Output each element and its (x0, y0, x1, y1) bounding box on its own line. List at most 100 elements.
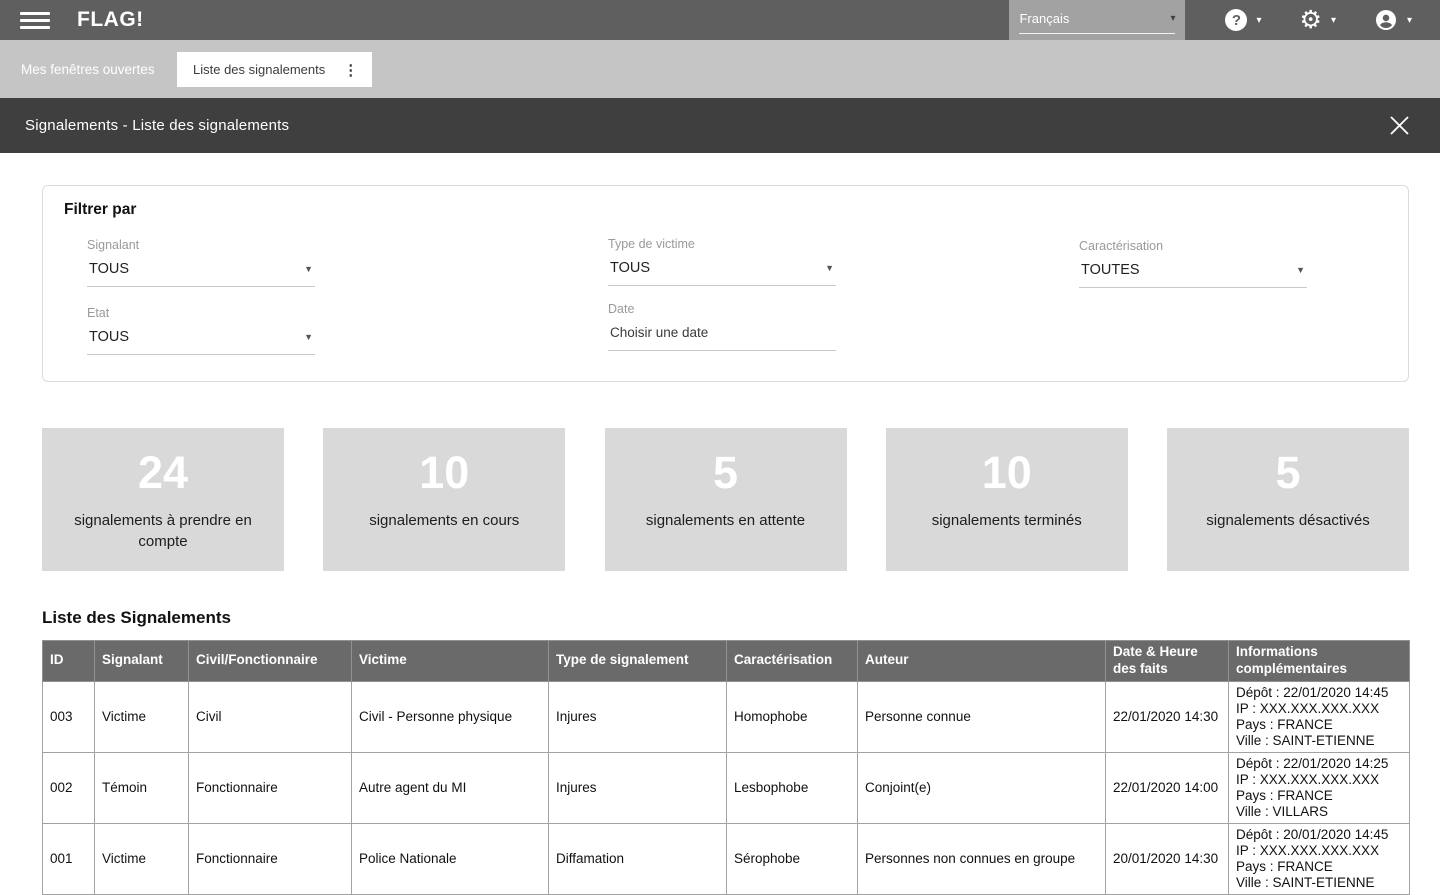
info-ip: IP : XXX.XXX.XXX.XXX (1236, 701, 1402, 717)
cell-auteur: Personne connue (858, 681, 1106, 752)
signalant-select[interactable]: TOUS ▼ (87, 259, 315, 287)
col-header-signalant: Signalant (95, 641, 189, 682)
type-victime-value: TOUS (610, 260, 650, 276)
cell-signalant: Victime (95, 681, 189, 752)
window-title: Signalements - Liste des signalements (25, 117, 289, 134)
stat-card-en-cours: 10 signalements en cours (323, 428, 565, 571)
kebab-menu-icon[interactable]: ⋮ (339, 61, 362, 79)
cell-signalant: Victime (95, 823, 189, 894)
chevron-down-icon: ▼ (825, 263, 834, 273)
cell-informations: Dépôt : 22/01/2020 14:25 IP : XXX.XXX.XX… (1229, 752, 1410, 823)
filter-panel: Filtrer par Signalant TOUS ▼ Etat TOUS ▼… (42, 185, 1409, 382)
col-header-id: ID (43, 641, 95, 682)
language-selector[interactable]: Français ▾ (1009, 0, 1185, 40)
cell-date: 22/01/2020 14:00 (1106, 752, 1229, 823)
cell-victime: Police Nationale (352, 823, 549, 894)
main-content: Filtrer par Signalant TOUS ▼ Etat TOUS ▼… (0, 153, 1440, 895)
chevron-down-icon: ▾ (1170, 13, 1175, 24)
filter-field-etat: Etat TOUS ▼ (87, 306, 315, 355)
stat-value: 24 (42, 447, 284, 499)
cell-signalant: Témoin (95, 752, 189, 823)
filter-field-type-victime: Type de victime TOUS ▼ (608, 237, 836, 286)
stat-value: 5 (605, 447, 847, 499)
stat-value: 10 (886, 447, 1128, 499)
chevron-down-icon: ▼ (1296, 265, 1305, 275)
filter-field-signalant: Signalant TOUS ▼ (87, 238, 315, 287)
info-ville: Ville : VILLARS (1236, 804, 1402, 820)
account-icon (1374, 8, 1398, 32)
info-ip: IP : XXX.XXX.XXX.XXX (1236, 772, 1402, 788)
cell-victime: Civil - Personne physique (352, 681, 549, 752)
table-title: Liste des Signalements (42, 608, 1409, 628)
tab-label: Liste des signalements (193, 62, 325, 77)
caracterisation-value: TOUTES (1081, 262, 1140, 278)
topbar-icons: ? ▾ ⚙ ▾ ▾ (1185, 8, 1440, 33)
cell-civil: Fonctionnaire (189, 823, 352, 894)
info-pays: Pays : FRANCE (1236, 717, 1402, 733)
cell-caracterisation: Lesbophobe (727, 752, 858, 823)
table-row[interactable]: 003 Victime Civil Civil - Personne physi… (43, 681, 1410, 752)
field-label: Caractérisation (1079, 239, 1307, 253)
stats-row: 24 signalements à prendre en compte 10 s… (42, 428, 1409, 571)
language-select-control[interactable]: Français ▾ (1019, 11, 1175, 34)
field-label: Type de victime (608, 237, 836, 251)
etat-value: TOUS (89, 329, 129, 345)
cell-id: 003 (43, 681, 95, 752)
etat-select[interactable]: TOUS ▼ (87, 327, 315, 355)
cell-victime: Autre agent du MI (352, 752, 549, 823)
cell-civil: Fonctionnaire (189, 752, 352, 823)
filter-panel-title: Filtrer par (64, 201, 136, 219)
tab-liste-des-signalements[interactable]: Liste des signalements ⋮ (177, 52, 372, 87)
date-input[interactable] (608, 323, 836, 351)
cell-type: Injures (549, 681, 727, 752)
open-windows-label: Mes fenêtres ouvertes (21, 62, 155, 77)
settings-menu-button[interactable]: ⚙ ▾ (1300, 8, 1336, 33)
chevron-down-icon: ▾ (1256, 15, 1261, 26)
info-depot: Dépôt : 20/01/2020 14:45 (1236, 827, 1402, 843)
close-icon[interactable] (1389, 115, 1410, 136)
chevron-down-icon: ▼ (304, 264, 313, 274)
help-icon: ? (1225, 9, 1247, 31)
top-app-bar: FLAG! Français ▾ ? ▾ ⚙ ▾ (0, 0, 1440, 40)
chevron-down-icon: ▼ (304, 332, 313, 342)
col-header-type-signalement: Type de signalement (549, 641, 727, 682)
language-value: Français (1019, 11, 1069, 26)
col-header-victime: Victime (352, 641, 549, 682)
app-title: FLAG! (77, 8, 144, 32)
stat-card-en-attente: 5 signalements en attente (605, 428, 847, 571)
info-ville: Ville : SAINT-ETIENNE (1236, 733, 1402, 749)
field-label: Etat (87, 306, 315, 320)
table-row[interactable]: 001 Victime Fonctionnaire Police Nationa… (43, 823, 1410, 894)
window-title-bar: Signalements - Liste des signalements (0, 98, 1440, 153)
help-menu-button[interactable]: ? ▾ (1225, 9, 1261, 31)
cell-id: 001 (43, 823, 95, 894)
cell-caracterisation: Homophobe (727, 681, 858, 752)
col-header-caracterisation: Caractérisation (727, 641, 858, 682)
cell-date: 20/01/2020 14:30 (1106, 823, 1229, 894)
caracterisation-select[interactable]: TOUTES ▼ (1079, 260, 1307, 288)
cell-type: Injures (549, 752, 727, 823)
filter-field-caracterisation: Caractérisation TOUTES ▼ (1079, 239, 1307, 288)
table-header-row: ID Signalant Civil/Fonctionnaire Victime… (43, 641, 1410, 682)
cell-informations: Dépôt : 20/01/2020 14:45 IP : XXX.XXX.XX… (1229, 823, 1410, 894)
cell-auteur: Conjoint(e) (858, 752, 1106, 823)
table-row[interactable]: 002 Témoin Fonctionnaire Autre agent du … (43, 752, 1410, 823)
field-label: Signalant (87, 238, 315, 252)
type-victime-select[interactable]: TOUS ▼ (608, 258, 836, 286)
stat-card-a-prendre-en-compte: 24 signalements à prendre en compte (42, 428, 284, 571)
col-header-informations: Informations complémentaires (1229, 641, 1410, 682)
stat-label: signalements terminés (886, 510, 1128, 531)
cell-informations: Dépôt : 22/01/2020 14:45 IP : XXX.XXX.XX… (1229, 681, 1410, 752)
col-header-civil-fonctionnaire: Civil/Fonctionnaire (189, 641, 352, 682)
cell-id: 002 (43, 752, 95, 823)
stat-label: signalements à prendre en compte (42, 510, 284, 552)
cell-date: 22/01/2020 14:30 (1106, 681, 1229, 752)
cell-auteur: Personnes non connues en groupe (858, 823, 1106, 894)
account-menu-button[interactable]: ▾ (1374, 8, 1412, 32)
info-ip: IP : XXX.XXX.XXX.XXX (1236, 843, 1402, 859)
stat-value: 5 (1167, 447, 1409, 499)
signalements-table: ID Signalant Civil/Fonctionnaire Victime… (42, 640, 1410, 895)
cell-type: Diffamation (549, 823, 727, 894)
stat-label: signalements en cours (323, 510, 565, 531)
menu-icon[interactable] (20, 8, 50, 33)
